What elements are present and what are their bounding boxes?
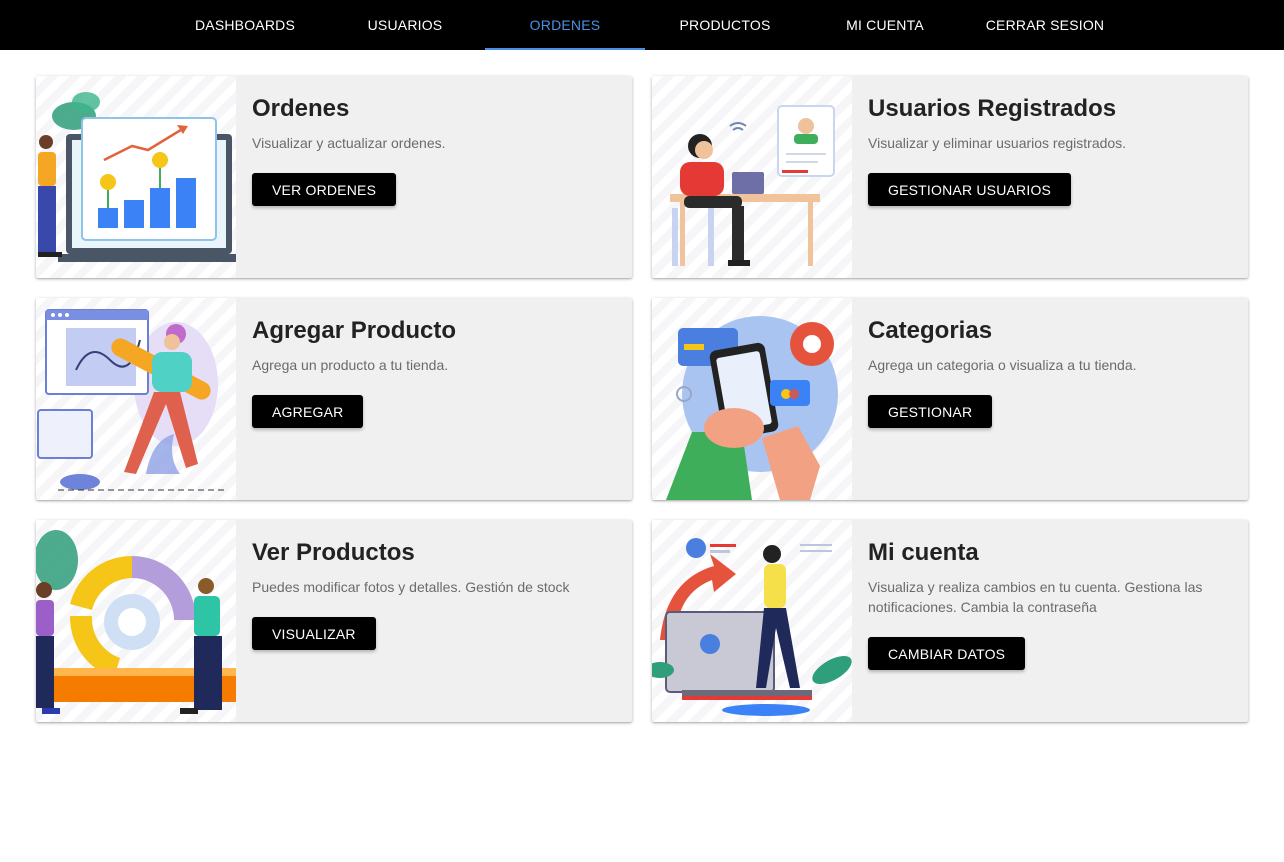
gestionar-button[interactable]: GESTIONAR — [868, 395, 993, 428]
card-description: Agrega un categoria o visualiza a tu tie… — [868, 357, 1137, 373]
card-title: Mi cuenta — [868, 539, 979, 566]
nav-tab-label: MI CUENTA — [846, 17, 924, 33]
cambiar-datos-button[interactable]: CAMBIAR DATOS — [868, 637, 1026, 670]
card-categorias: Categorias Agrega un categoria o visuali… — [652, 298, 1248, 500]
woman-at-laptop-illustration — [652, 76, 852, 278]
card-ordenes: Ordenes Visualizar y actualizar ordenes.… — [36, 76, 632, 278]
card-mi-cuenta: Mi cuenta Visualiza y realiza cambios en… — [652, 520, 1248, 722]
card-description: Puedes modificar fotos y detalles. Gesti… — [252, 579, 570, 595]
card-title: Ordenes — [252, 95, 350, 122]
nav-tab-label: ORDENES — [529, 17, 601, 33]
ver-ordenes-button[interactable]: VER ORDENES — [252, 173, 397, 206]
card-agregar-producto: Agregar Producto Agrega un producto a tu… — [36, 298, 632, 500]
nav-tab-label: CERRAR SESION — [985, 17, 1105, 33]
designer-with-pencil-illustration — [36, 298, 236, 500]
visualizar-button[interactable]: VISUALIZAR — [252, 617, 376, 650]
gestionar-usuarios-button[interactable]: GESTIONAR USUARIOS — [868, 173, 1072, 206]
nav-tab-label: DASHBOARDS — [194, 17, 296, 33]
account-settings-illustration — [652, 520, 852, 722]
card-description: Visualiza y realiza cambios en tu cuenta… — [868, 579, 1203, 615]
nav-tab-cerrar-sesion[interactable]: CERRAR SESION — [965, 0, 1125, 50]
card-title: Agregar Producto — [252, 317, 457, 344]
card-title: Categorias — [868, 317, 993, 344]
nav-tab-usuarios[interactable]: USUARIOS — [325, 0, 485, 50]
nav-tab-label: USUARIOS — [367, 17, 443, 33]
active-tab-indicator — [485, 48, 645, 50]
nav-tab-label: PRODUCTOS — [679, 17, 771, 33]
phone-shopping-illustration — [652, 298, 852, 500]
sales-chart-illustration — [36, 76, 236, 278]
nav-tab-dashboards[interactable]: DASHBOARDS — [165, 0, 325, 50]
card-description: Agrega un producto a tu tienda. — [252, 357, 449, 373]
gear-cycle-illustration — [36, 520, 236, 722]
card-title: Usuarios Registrados — [868, 95, 1117, 122]
card-ver-productos: Ver Productos Puedes modificar fotos y d… — [36, 520, 632, 722]
card-title: Ver Productos — [252, 539, 415, 566]
nav-tab-ordenes[interactable]: ORDENES — [485, 0, 645, 50]
card-description: Visualizar y eliminar usuarios registrad… — [868, 135, 1127, 151]
agregar-button[interactable]: AGREGAR — [252, 395, 364, 428]
nav-tab-mi-cuenta[interactable]: MI CUENTA — [805, 0, 965, 50]
top-nav-bar: DASHBOARDS USUARIOS ORDENES PRODUCTOS MI… — [0, 0, 1284, 50]
card-description: Visualizar y actualizar ordenes. — [252, 135, 446, 151]
nav-tab-productos[interactable]: PRODUCTOS — [645, 0, 805, 50]
card-usuarios-registrados: Usuarios Registrados Visualizar y elimin… — [652, 76, 1248, 278]
